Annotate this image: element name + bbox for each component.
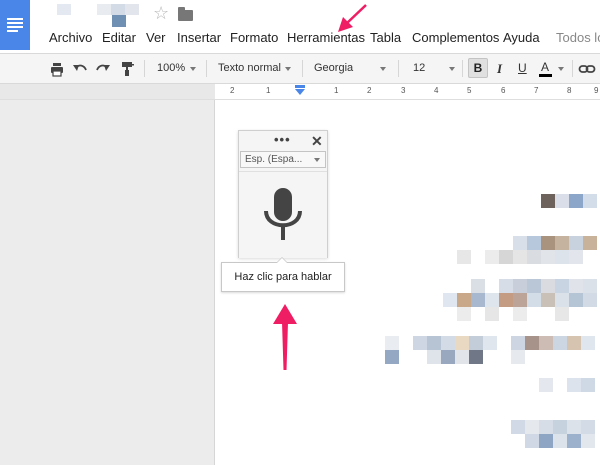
ruler-number: 8 xyxy=(567,86,572,95)
menu-todos-los-cambios[interactable]: Todos los xyxy=(556,30,600,46)
link-icon[interactable] xyxy=(578,60,596,78)
font-size-select[interactable]: 12 xyxy=(413,54,425,83)
menu-ver[interactable]: Ver xyxy=(146,30,166,46)
ruler-number: 5 xyxy=(467,86,472,95)
voice-typing-panel: ••• ✕ Esp. (Espa... xyxy=(238,130,328,258)
menu-formato[interactable]: Formato xyxy=(230,30,278,46)
text-color-swatch xyxy=(539,74,552,77)
underline-button[interactable]: U xyxy=(518,54,527,83)
ruler-number: 2 xyxy=(230,86,235,95)
caret-icon xyxy=(285,67,291,71)
ruler-number: 1 xyxy=(266,86,271,95)
font-select[interactable]: Georgia xyxy=(314,54,353,83)
voice-language-select[interactable]: Esp. (Espa... xyxy=(240,151,326,168)
docs-logo-icon[interactable] xyxy=(0,0,30,50)
folder-icon[interactable] xyxy=(178,7,193,21)
ruler-number: 6 xyxy=(501,86,506,95)
menu-ayuda[interactable]: Ayuda xyxy=(503,30,540,46)
caret-icon xyxy=(558,67,564,71)
caret-icon xyxy=(380,67,386,71)
ruler-number: 2 xyxy=(367,86,372,95)
italic-button[interactable]: I xyxy=(497,54,502,83)
bold-button[interactable]: B xyxy=(468,58,488,78)
undo-icon[interactable] xyxy=(71,60,89,78)
microphone-button[interactable] xyxy=(239,171,327,258)
menu-complementos[interactable]: Complementos xyxy=(412,30,499,46)
print-icon[interactable] xyxy=(48,60,66,78)
menu-archivo[interactable]: Archivo xyxy=(49,30,92,46)
voice-tooltip: Haz clic para hablar xyxy=(221,257,345,292)
style-select[interactable]: Texto normal xyxy=(218,54,281,83)
ruler-number: 4 xyxy=(434,86,439,95)
menu-tabla[interactable]: Tabla xyxy=(370,30,401,46)
text-color-button[interactable]: A xyxy=(541,54,549,83)
ruler: 2 1 1 2 3 4 5 6 7 8 9 xyxy=(0,84,600,100)
zoom-select[interactable]: 100% xyxy=(157,54,185,83)
ruler-number: 7 xyxy=(534,86,539,95)
toolbar: 100% Texto normal Georgia 12 B I U A xyxy=(0,53,600,84)
voice-close-icon[interactable]: ✕ xyxy=(311,133,323,149)
caret-icon xyxy=(449,67,455,71)
menu-insertar[interactable]: Insertar xyxy=(177,30,221,46)
voice-language-label: Esp. (Espa... xyxy=(245,154,303,165)
docs-header: ☆ Archivo Editar Ver Insertar Formato He… xyxy=(0,0,600,53)
ruler-number: 3 xyxy=(401,86,406,95)
indent-marker-icon[interactable] xyxy=(294,85,306,97)
annotation-arrow-tools-icon xyxy=(338,4,367,32)
star-icon[interactable]: ☆ xyxy=(153,4,169,24)
annotation-arrow-mic-icon xyxy=(273,304,297,370)
ruler-number: 1 xyxy=(334,86,339,95)
caret-icon xyxy=(314,158,320,162)
paint-format-icon[interactable] xyxy=(118,60,136,78)
caret-icon xyxy=(190,67,196,71)
redo-icon[interactable] xyxy=(94,60,112,78)
ruler-number: 9 xyxy=(594,86,599,95)
voice-menu-dots-icon[interactable]: ••• xyxy=(274,133,291,147)
microphone-icon xyxy=(264,188,302,240)
menu-editar[interactable]: Editar xyxy=(102,30,136,46)
